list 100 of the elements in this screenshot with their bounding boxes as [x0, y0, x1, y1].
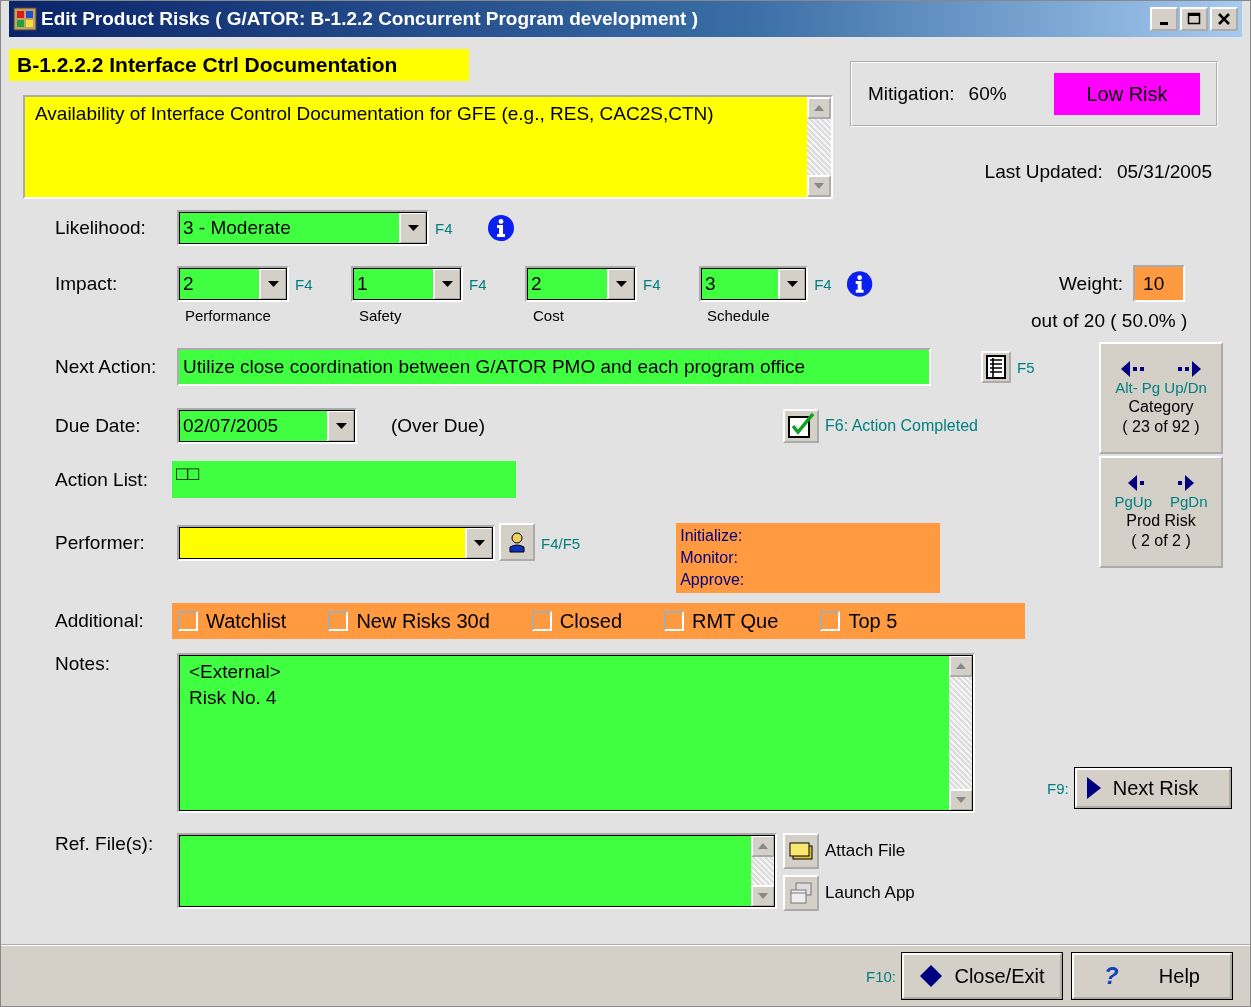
impact-dropdown[interactable]: 1 — [351, 266, 463, 302]
window-title: Edit Product Risks ( G/ATOR: B-1.2.2 Concurrent Program development ) — [41, 8, 698, 30]
shortcut-key: F4 — [469, 275, 487, 293]
mitigation-value: 60% — [968, 83, 1007, 105]
note-line: Risk No. 4 — [189, 686, 278, 710]
shortcut-key: F4 — [435, 219, 453, 237]
up-arrow-icon — [956, 663, 966, 669]
close-icon — [1217, 12, 1231, 26]
impact-caption: Safety — [359, 307, 403, 324]
description-field[interactable]: Availability of Interface Control Documentation for GFE (e.g., RES, CAC2S,CTN) — [23, 95, 833, 199]
field-label: Likelihood: — [54, 217, 147, 239]
down-arrow-icon — [956, 797, 966, 803]
file-action-label: Attach File — [825, 841, 906, 861]
option-checkbox[interactable]: New Risks 30d — [328, 609, 490, 633]
description-text: Availability of Interface Control Documentation for GFE (e.g., RES, CAC2S,CTN) — [34, 102, 715, 126]
shortcut-key: F9: — [1047, 779, 1069, 797]
shortcut-key: F4 — [295, 275, 313, 293]
caret-icon — [473, 540, 485, 546]
caret-icon — [407, 225, 419, 231]
up-arrow-icon — [814, 105, 824, 111]
shortcut-key: F4 — [643, 275, 661, 293]
weight-field[interactable]: 10 — [1133, 265, 1186, 302]
shortcut-key: F10: — [866, 967, 896, 985]
option-checkbox[interactable]: Top 5 — [820, 609, 898, 633]
option-checkbox[interactable]: Closed — [531, 609, 623, 633]
field-label: Performer: — [54, 531, 146, 555]
field-label: Due Date: — [54, 415, 142, 437]
role-label: Monitor: — [680, 548, 739, 568]
checkmark-icon — [786, 413, 815, 439]
action-completed-label: F6: Action Completed — [824, 417, 978, 435]
help-button[interactable]: ? Help — [1072, 953, 1232, 999]
action-completed-checkbox[interactable] — [782, 409, 819, 443]
due-date-picker[interactable]: 02/07/2005 — [177, 408, 357, 444]
shortcut-key: F4 — [814, 275, 832, 293]
caret-icon — [335, 423, 347, 429]
diamond-icon — [919, 964, 944, 988]
file-action-label: Launch App — [825, 883, 915, 903]
impact-caption: Cost — [533, 307, 565, 324]
scroll-up-button[interactable] — [949, 655, 973, 677]
performer-dropdown[interactable] — [177, 525, 495, 561]
up-arrow-icon — [758, 843, 768, 849]
caret-icon — [441, 281, 453, 287]
folder-button[interactable] — [783, 833, 819, 869]
play-icon — [1086, 777, 1101, 799]
info-icon[interactable] — [486, 214, 515, 242]
overdue-status: (Over Due) — [391, 415, 485, 437]
next-action-field[interactable]: Utilize close coordination between G/ATOR PMO and each program office — [177, 348, 931, 386]
field-label: Action List: — [54, 468, 149, 491]
app-icon — [13, 7, 37, 31]
impact-dropdown[interactable]: 2 — [525, 266, 637, 302]
likelihood-dropdown[interactable]: 3 - Moderate — [177, 210, 429, 246]
maximize-icon — [1187, 12, 1201, 26]
field-label: Ref. File(s): — [54, 833, 155, 855]
scroll-down-button[interactable] — [751, 885, 775, 907]
list-button[interactable] — [981, 351, 1011, 383]
field-label: Next Action: — [54, 356, 158, 378]
risk-level-badge: Low Risk — [1054, 73, 1200, 115]
next-risk-button[interactable]: Next Risk — [1074, 768, 1231, 808]
option-checkbox[interactable]: Watchlist — [178, 609, 287, 633]
scrollbar[interactable] — [949, 655, 973, 811]
role-label: Initialize: — [680, 526, 744, 546]
action-list-field[interactable]: □□ — [172, 461, 516, 498]
person-button[interactable] — [499, 523, 535, 561]
option-checkbox[interactable]: RMT Que — [664, 609, 779, 633]
minimize-button[interactable] — [1150, 7, 1178, 31]
note-line: <External> — [189, 660, 282, 684]
list-icon — [985, 355, 1007, 379]
minimize-icon — [1160, 21, 1168, 25]
windows-icon — [788, 881, 814, 905]
maximize-button[interactable] — [1180, 7, 1208, 31]
shortcut-key: F5 — [1017, 358, 1035, 376]
navigation-button[interactable]: PgUp PgDn Prod Risk ( 2 of 2 ) — [1099, 456, 1223, 568]
folders-icon — [788, 840, 814, 862]
last-updated-value: 05/31/2005 — [1116, 161, 1212, 183]
impact-dropdown[interactable]: 3 — [699, 266, 809, 302]
weight-summary: out of 20 ( 50.0% ) — [1031, 310, 1188, 332]
caret-icon — [786, 281, 798, 287]
close-exit-button[interactable]: Close/Exit — [902, 953, 1062, 999]
down-arrow-icon — [758, 893, 768, 899]
last-updated-label: Last Updated: — [984, 161, 1103, 183]
info-icon[interactable] — [845, 270, 873, 298]
down-arrow-icon — [814, 183, 824, 189]
notes-field[interactable]: <External> Risk No. 4 — [177, 653, 975, 813]
impact-dropdown[interactable]: 2 — [177, 266, 289, 302]
close-button[interactable] — [1210, 7, 1238, 31]
ref-files-field[interactable] — [177, 833, 777, 909]
navigation-button[interactable]: Alt- Pg Up/Dn Category ( 23 of 92 ) — [1099, 342, 1223, 454]
scroll-up-button[interactable] — [751, 835, 775, 857]
caret-icon — [615, 281, 627, 287]
caret-icon — [267, 281, 279, 287]
field-label: Impact: — [54, 272, 119, 296]
field-label: Notes: — [54, 653, 111, 675]
scroll-down-button[interactable] — [949, 789, 973, 811]
shortcut-key: F4/F5 — [541, 535, 581, 552]
role-label: Approve: — [680, 570, 746, 590]
field-label: Additional: — [54, 610, 145, 632]
weight-label: Weight: — [1059, 272, 1124, 295]
impact-caption: Performance — [185, 307, 272, 324]
arrows-icon — [1121, 360, 1201, 377]
scrollbar[interactable] — [751, 835, 775, 907]
